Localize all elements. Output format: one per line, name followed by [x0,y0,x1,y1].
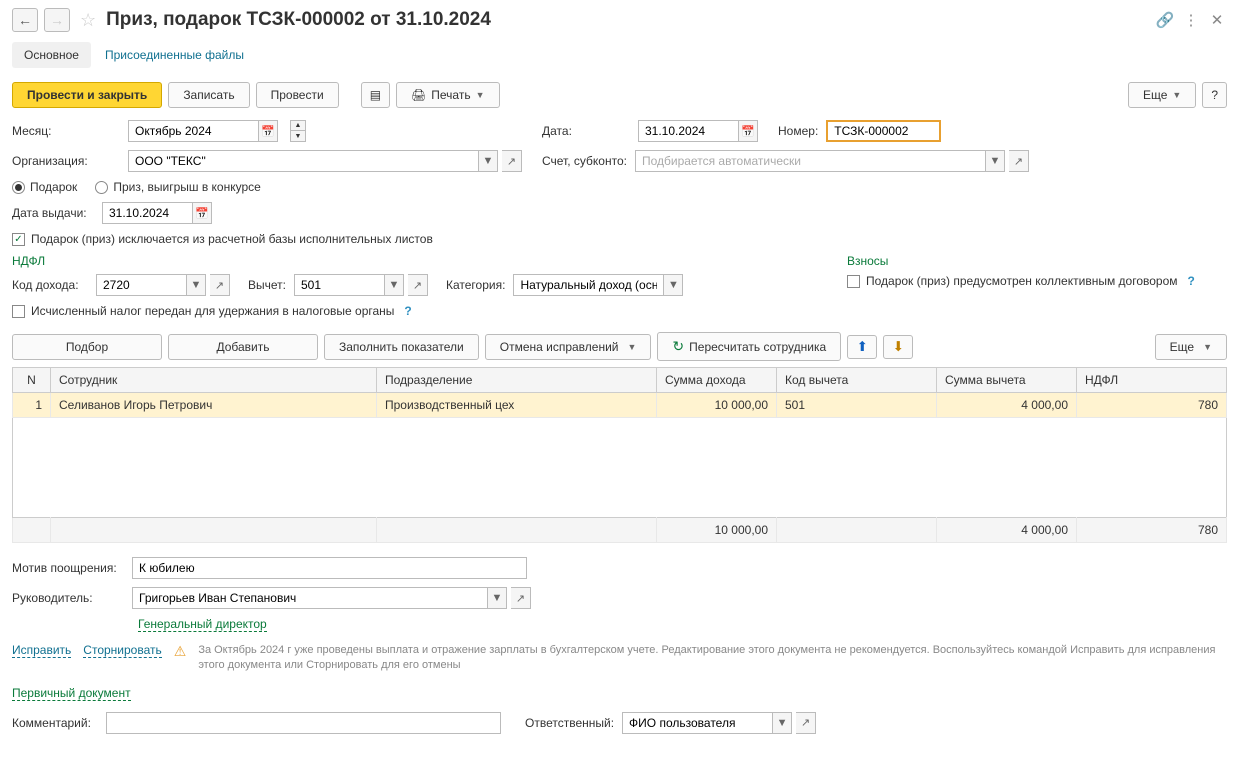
post-button[interactable]: Провести [256,82,339,108]
more-button[interactable]: Еще▼ [1128,82,1196,108]
move-down-button[interactable]: ⬇ [883,335,913,359]
org-input[interactable] [128,150,478,172]
deduct-label: Вычет: [248,278,286,292]
manager-input[interactable] [132,587,487,609]
correct-link[interactable]: Исправить [12,643,71,658]
post-and-close-button[interactable]: Провести и закрыть [12,82,162,108]
manager-position-link[interactable]: Генеральный директор [138,617,267,632]
dropdown-icon[interactable]: ▼ [663,274,683,296]
manager-label: Руководитель: [12,591,124,605]
month-input[interactable] [128,120,258,142]
list-icon: ▤ [370,88,381,102]
tab-attached-files[interactable]: Присоединенные файлы [93,42,256,68]
issue-date-input[interactable] [102,202,192,224]
org-label: Организация: [12,154,120,168]
link-icon[interactable]: 🔗 [1155,10,1175,30]
add-button[interactable]: Добавить [168,334,318,360]
select-button[interactable]: Подбор [12,334,162,360]
issue-date-label: Дата выдачи: [12,206,94,220]
comment-label: Комментарий: [12,716,98,730]
dropdown-icon[interactable]: ▼ [478,150,498,172]
help-icon[interactable]: ? [404,304,411,318]
account-input[interactable] [635,150,985,172]
exclude-checkbox[interactable]: ✓ Подарок (приз) исключается из расчетно… [12,232,1227,246]
dropdown-icon[interactable]: ▼ [186,274,206,296]
radio-gift[interactable]: Подарок [12,180,77,194]
primary-doc-link[interactable]: Первичный документ [12,686,131,701]
contributions-section-title: Взносы [847,254,1227,268]
tab-main[interactable]: Основное [12,42,91,68]
open-icon[interactable]: ↗ [502,150,522,172]
calendar-icon[interactable]: 📅 [258,120,278,142]
responsible-label: Ответственный: [525,716,614,730]
page-title: Приз, подарок ТСЗК-000002 от 31.10.2024 [106,9,1149,31]
col-dept[interactable]: Подразделение [376,368,656,393]
dropdown-icon[interactable]: ▼ [487,587,507,609]
calendar-icon[interactable]: 📅 [192,202,212,224]
move-up-button[interactable]: ⬆ [847,335,877,359]
favorite-icon[interactable]: ☆ [80,10,96,31]
col-income[interactable]: Сумма дохода [657,368,777,393]
warning-icon: ⚠ [174,643,187,660]
recalc-employee-button[interactable]: ↻Пересчитать сотрудника [657,332,841,361]
open-icon[interactable]: ↗ [1009,150,1029,172]
fill-indicators-button[interactable]: Заполнить показатели [324,334,479,360]
warning-text: За Октябрь 2024 г уже проведены выплата … [198,643,1227,674]
category-label: Категория: [446,278,505,292]
motive-input[interactable] [132,557,527,579]
dropdown-icon[interactable]: ▼ [384,274,404,296]
table-row[interactable]: 1 Селиванов Игорь Петрович Производствен… [13,393,1227,418]
deduct-input[interactable] [294,274,384,296]
close-icon[interactable]: ✕ [1207,10,1227,30]
radio-prize[interactable]: Приз, выигрыш в конкурсе [95,180,261,194]
dropdown-icon[interactable]: ▼ [985,150,1005,172]
nav-back-button[interactable]: ← [12,8,38,32]
responsible-input[interactable] [622,712,772,734]
account-label: Счет, субконто: [542,154,627,168]
save-button[interactable]: Записать [168,82,249,108]
refresh-icon: ↻ [672,338,684,355]
table-more-button[interactable]: Еще▼ [1155,334,1227,360]
arrow-down-icon: ⬇ [893,339,904,355]
income-code-input[interactable] [96,274,186,296]
category-input[interactable] [513,274,663,296]
comment-input[interactable] [106,712,501,734]
calendar-icon[interactable]: 📅 [738,120,758,142]
storno-link[interactable]: Сторнировать [83,643,161,658]
month-spinner[interactable]: ▲▼ [290,120,306,142]
motive-label: Мотив поощрения: [12,561,124,575]
employees-table: N Сотрудник Подразделение Сумма дохода К… [12,367,1227,543]
more-vertical-icon[interactable]: ⋮ [1181,10,1201,30]
movements-button[interactable]: ▤ [361,82,390,108]
table-totals: 10 000,00 4 000,00 780 [13,518,1227,543]
cancel-corrections-button[interactable]: Отмена исправлений▼ [485,334,652,360]
date-label: Дата: [542,124,592,138]
open-icon[interactable]: ↗ [210,274,230,296]
open-icon[interactable]: ↗ [511,587,531,609]
collective-checkbox[interactable]: Подарок (приз) предусмотрен коллективным… [847,274,1227,288]
col-deduct-code[interactable]: Код вычета [777,368,937,393]
open-icon[interactable]: ↗ [796,712,816,734]
col-deduct-sum[interactable]: Сумма вычета [937,368,1077,393]
month-label: Месяц: [12,124,120,138]
col-employee[interactable]: Сотрудник [51,368,377,393]
help-button[interactable]: ? [1202,82,1227,108]
printer-icon: 🖨 [411,88,426,102]
ndfl-section-title: НДФЛ [12,254,817,268]
print-button[interactable]: 🖨Печать▼ [396,82,499,108]
arrow-up-icon: ⬆ [857,339,868,355]
tax-transferred-checkbox[interactable]: Исчисленный налог передан для удержания … [12,304,817,318]
nav-forward-button[interactable]: → [44,8,70,32]
col-ndfl[interactable]: НДФЛ [1077,368,1227,393]
date-input[interactable] [638,120,738,142]
col-n[interactable]: N [13,368,51,393]
dropdown-icon[interactable]: ▼ [772,712,792,734]
open-icon[interactable]: ↗ [408,274,428,296]
number-input[interactable] [826,120,941,142]
income-code-label: Код дохода: [12,278,88,292]
help-icon[interactable]: ? [1188,274,1195,288]
number-label: Номер: [778,124,818,138]
